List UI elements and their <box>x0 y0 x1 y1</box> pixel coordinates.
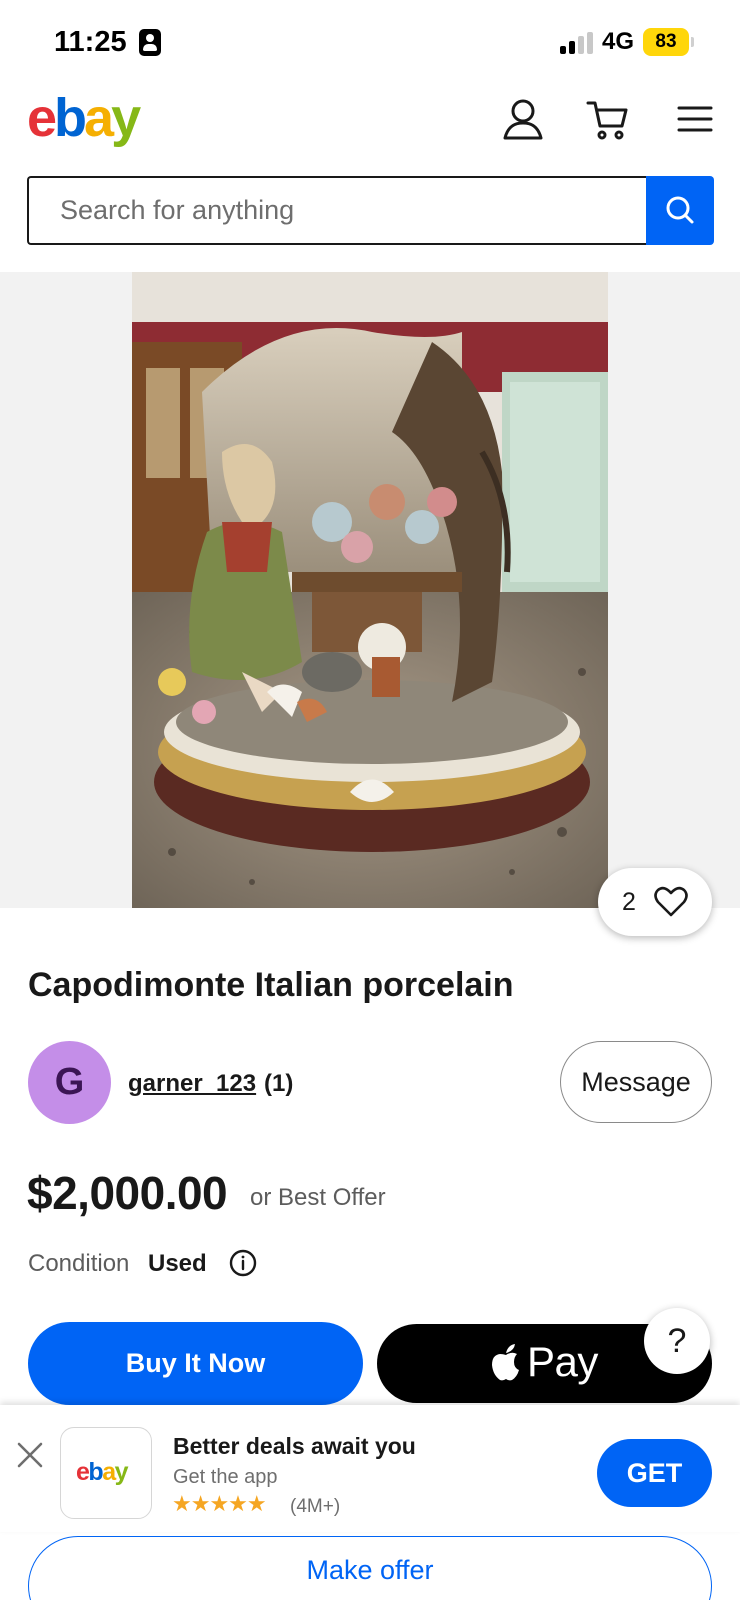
figurine-photo <box>132 272 608 908</box>
item-price: $2,000.00 <box>27 1167 228 1219</box>
close-icon[interactable] <box>14 1439 46 1471</box>
get-app-button[interactable]: GET <box>597 1439 712 1507</box>
ebay-logo[interactable]: ebay <box>27 90 141 146</box>
buy-it-now-button[interactable]: Buy It Now <box>28 1322 363 1405</box>
banner-title: Better deals await you <box>173 1433 416 1459</box>
info-icon[interactable] <box>228 1248 258 1278</box>
contact-card-icon <box>139 29 161 56</box>
make-offer-label: Make offer <box>306 1555 434 1585</box>
network-type: 4G <box>602 28 635 55</box>
rating-stars: ★★★★★ <box>172 1491 267 1516</box>
apple-icon <box>492 1344 519 1381</box>
ebay-app-icon: ebay <box>60 1427 152 1519</box>
seller-username-link[interactable]: garner_123 <box>128 1070 256 1098</box>
search-input[interactable] <box>29 178 646 243</box>
apple-pay-label: Pay <box>527 1338 598 1385</box>
condition-label: Condition <box>28 1250 130 1277</box>
search-icon <box>666 196 694 224</box>
help-button[interactable]: ? <box>644 1308 710 1374</box>
search-box <box>27 176 646 245</box>
battery-tip <box>691 37 694 47</box>
status-bar: 11:25 4G 83 <box>0 0 740 84</box>
best-offer-note: or Best Offer <box>250 1184 386 1211</box>
status-time: 11:25 <box>54 26 127 58</box>
ebay-app-logo: ebay <box>76 1458 129 1486</box>
product-image[interactable] <box>132 272 608 908</box>
seller-avatar[interactable]: G <box>28 1041 111 1124</box>
seller-feedback-score: (1) <box>264 1070 294 1097</box>
watch-count: 2 <box>622 888 636 916</box>
battery-indicator: 83 <box>643 28 689 56</box>
watch-button[interactable]: 2 <box>598 868 712 936</box>
item-title: Capodimonte Italian porcelain <box>28 966 514 1004</box>
message-seller-button[interactable]: Message <box>560 1041 712 1123</box>
banner-subtitle: Get the app <box>173 1466 278 1488</box>
heart-icon <box>654 886 688 917</box>
make-offer-button[interactable]: Make offer <box>28 1536 712 1600</box>
cart-icon[interactable] <box>585 96 631 142</box>
menu-icon[interactable] <box>673 96 719 142</box>
condition-value: Used <box>148 1250 207 1277</box>
account-icon[interactable] <box>500 96 546 142</box>
signal-icon <box>560 32 594 54</box>
app-download-banner: ebay Better deals await you Get the app … <box>0 1405 740 1532</box>
rating-count: (4M+) <box>290 1496 341 1517</box>
search-button[interactable] <box>646 176 714 245</box>
image-gallery[interactable] <box>0 272 740 908</box>
